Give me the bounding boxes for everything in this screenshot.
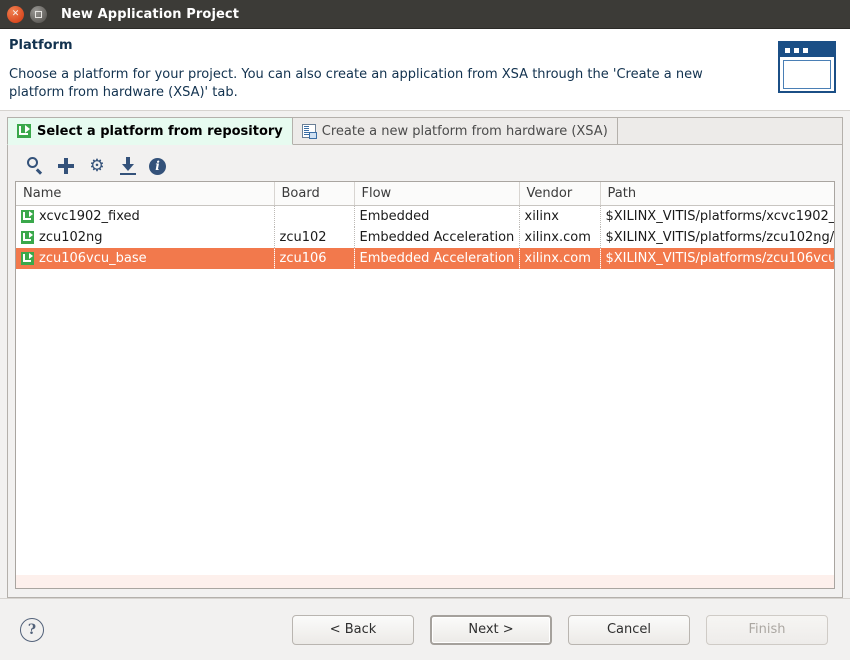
platform-table: Name Board Flow Vendor Path xcvc1902_fix… [15,181,835,589]
cell-vendor: xilinx.com [519,247,601,269]
wizard-icon-titlebar [780,43,834,57]
cell-flow: Embedded Acceleration [354,226,520,248]
cell-flow: Embedded Acceleration [354,247,520,269]
download-icon[interactable] [118,156,138,176]
xsa-file-icon [301,124,317,139]
cell-name: zcu102ng [16,226,275,248]
cell-path: $XILINX_VITIS/platforms/zcu106vcu_base/z… [600,247,834,269]
close-icon[interactable]: ✕ [7,5,24,23]
column-header-flow[interactable]: Flow [354,182,520,206]
table-row[interactable]: zcu102ng zcu102 Embedded Acceleration xi… [16,226,834,248]
tab-label: Create a new platform from hardware (XSA… [321,123,608,139]
cell-path: $XILINX_VITIS/platforms/zcu102ng/zcu102n… [600,226,834,248]
search-icon[interactable] [25,156,45,176]
platform-icon [21,230,34,244]
finish-button: Finish [706,614,828,645]
platform-name: zcu106vcu_base [39,250,147,266]
add-icon[interactable] [56,156,76,176]
tab-strip-filler [617,117,843,145]
tab-label: Select a platform from repository [37,123,283,139]
column-header-path[interactable]: Path [600,182,834,206]
help-icon[interactable]: ? [20,617,44,642]
tab-strip: Select a platform from repository Create… [7,117,843,145]
maximize-icon[interactable] [30,5,47,23]
table-header: Name Board Flow Vendor Path [16,182,834,206]
next-button[interactable]: Next > [430,614,552,645]
column-header-vendor[interactable]: Vendor [519,182,601,206]
info-icon[interactable]: i [149,157,166,175]
dialog-footer: ? < Back Next > Cancel Finish [0,598,850,660]
column-header-name[interactable]: Name [16,182,275,206]
cell-name: xcvc1902_fixed [16,205,275,227]
horizontal-scrollbar[interactable] [16,575,834,588]
platform-table-grid: Name Board Flow Vendor Path xcvc1902_fix… [16,182,834,269]
page-title: Platform [9,38,73,53]
platform-name: xcvc1902_fixed [39,208,140,224]
cell-flow: Embedded [354,205,520,227]
tab-panel-repository: ⚙ i Name Board Flow Vendor Path xcvc1902… [7,144,843,598]
wizard-content: Select a platform from repository Create… [0,111,850,598]
cell-name: zcu106vcu_base [16,247,275,269]
wizard-icon-dot [794,47,799,53]
wizard-window-icon [778,41,836,93]
cell-board: zcu102 [274,226,355,248]
cell-vendor: xilinx.com [519,226,601,248]
tab-select-platform-from-repository[interactable]: Select a platform from repository [7,117,293,145]
tab-create-new-platform-from-hardware[interactable]: Create a new platform from hardware (XSA… [292,117,618,145]
platform-icon [17,124,31,138]
window-titlebar: ✕ New Application Project [0,0,850,29]
wizard-icon-body [783,60,831,89]
table-header-row: Name Board Flow Vendor Path [16,182,834,206]
cell-board [274,205,355,227]
column-header-board[interactable]: Board [274,182,355,206]
wizard-icon-dot [785,47,790,53]
platform-toolbar: ⚙ i [15,151,835,181]
cell-vendor: xilinx [519,205,601,227]
table-body: xcvc1902_fixed Embedded xilinx $XILINX_V… [16,205,834,269]
wizard-icon-dot [803,47,808,53]
gear-icon[interactable]: ⚙ [87,156,107,176]
page-description: Choose a platform for your project. You … [9,67,703,100]
dialog-button-row: < Back Next > Cancel Finish [292,614,836,645]
table-row[interactable]: xcvc1902_fixed Embedded xilinx $XILINX_V… [16,205,834,227]
cell-path: $XILINX_VITIS/platforms/xcvc1902_fixed/x… [600,205,834,227]
platform-icon [21,251,34,265]
download-bar [120,172,136,175]
table-row-selected[interactable]: zcu106vcu_base zcu106 Embedded Accelerat… [16,247,834,269]
wizard-header: Platform Choose a platform for your proj… [0,29,850,111]
platform-name: zcu102ng [39,229,103,245]
platform-icon [21,209,34,223]
horizontal-scrollbar-thumb[interactable] [16,575,834,588]
back-button[interactable]: < Back [292,614,414,645]
cancel-button[interactable]: Cancel [568,614,690,645]
window-title: New Application Project [61,6,240,22]
cell-board: zcu106 [274,247,355,269]
maximize-square [35,10,42,18]
new-application-project-dialog: ✕ New Application Project Platform Choos… [0,0,850,660]
